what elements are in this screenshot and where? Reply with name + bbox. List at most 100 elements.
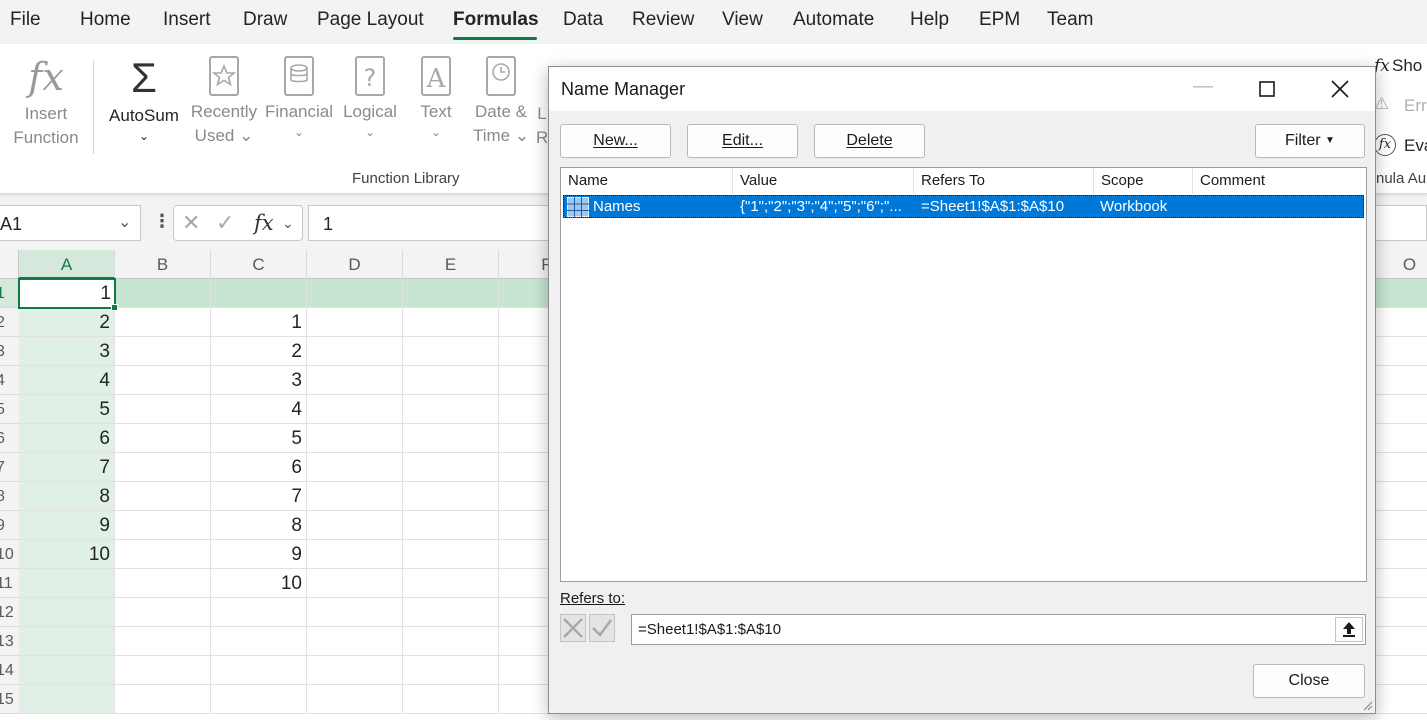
- cell[interactable]: [19, 656, 115, 685]
- cell[interactable]: 6: [211, 453, 307, 482]
- cell[interactable]: [403, 511, 499, 540]
- row-header[interactable]: 8: [0, 482, 19, 511]
- cell[interactable]: 10: [19, 540, 115, 569]
- column-header-o[interactable]: O: [1380, 250, 1427, 279]
- cell[interactable]: [115, 656, 211, 685]
- cell[interactable]: [115, 395, 211, 424]
- row-header[interactable]: 9: [0, 511, 19, 540]
- cell[interactable]: 5: [19, 395, 115, 424]
- cell[interactable]: [115, 511, 211, 540]
- cell[interactable]: [115, 308, 211, 337]
- cell[interactable]: 9: [19, 511, 115, 540]
- cell[interactable]: [19, 627, 115, 656]
- cell[interactable]: 3: [211, 366, 307, 395]
- cell[interactable]: [115, 453, 211, 482]
- tab-home[interactable]: Home: [80, 9, 131, 31]
- tab-team[interactable]: Team: [1047, 9, 1093, 31]
- row-header[interactable]: 6: [0, 424, 19, 453]
- tab-help[interactable]: Help: [910, 9, 949, 31]
- cell[interactable]: [307, 656, 403, 685]
- cell[interactable]: [307, 308, 403, 337]
- cell[interactable]: 6: [19, 424, 115, 453]
- row-header[interactable]: 10: [0, 540, 19, 569]
- row-header[interactable]: 14: [0, 656, 19, 685]
- cell[interactable]: [307, 337, 403, 366]
- cell[interactable]: [307, 598, 403, 627]
- cell[interactable]: [403, 279, 499, 308]
- cell[interactable]: [307, 424, 403, 453]
- edit-button[interactable]: Edit...: [687, 124, 798, 158]
- column-header-scope[interactable]: Scope: [1094, 168, 1193, 194]
- cell[interactable]: [403, 366, 499, 395]
- cell[interactable]: [403, 540, 499, 569]
- cell[interactable]: [115, 598, 211, 627]
- tab-page-layout[interactable]: Page Layout: [317, 9, 424, 31]
- column-header-e[interactable]: E: [403, 250, 499, 279]
- cell[interactable]: 3: [19, 337, 115, 366]
- text-button[interactable]: A Text ⌄: [412, 54, 460, 138]
- tab-formulas[interactable]: Formulas: [453, 9, 539, 31]
- cell[interactable]: [307, 279, 403, 308]
- row-header[interactable]: 12: [0, 598, 19, 627]
- close-button[interactable]: Close: [1253, 664, 1365, 698]
- evaluate-formula-partial[interactable]: fx Eva: [1374, 134, 1427, 156]
- cell[interactable]: 9: [211, 540, 307, 569]
- row-header[interactable]: 3: [0, 337, 19, 366]
- insert-function-icon[interactable]: fx: [254, 211, 274, 235]
- cell[interactable]: [307, 685, 403, 714]
- tab-review[interactable]: Review: [632, 9, 694, 31]
- tab-epm[interactable]: EPM: [979, 9, 1020, 31]
- cell[interactable]: [307, 366, 403, 395]
- list-item[interactable]: Names {"1";"2";"3";"4";"5";"6";"... =She…: [563, 195, 1364, 218]
- cell[interactable]: [307, 453, 403, 482]
- filter-button[interactable]: Filter ▼: [1255, 124, 1365, 158]
- cell[interactable]: 1: [211, 308, 307, 337]
- cell[interactable]: 8: [19, 482, 115, 511]
- fill-handle[interactable]: [111, 304, 118, 311]
- select-all-corner[interactable]: [0, 250, 19, 279]
- cell[interactable]: 7: [211, 482, 307, 511]
- name-box[interactable]: A1 ⌄: [0, 205, 141, 241]
- tab-view[interactable]: View: [722, 9, 763, 31]
- row-header[interactable]: 11: [0, 569, 19, 598]
- close-window-button[interactable]: [1331, 75, 1349, 104]
- cell[interactable]: 7: [19, 453, 115, 482]
- column-header-refers-to[interactable]: Refers To: [914, 168, 1094, 194]
- row-header[interactable]: 7: [0, 453, 19, 482]
- cell[interactable]: [19, 685, 115, 714]
- financial-button[interactable]: Financial ⌄: [263, 54, 335, 138]
- recently-used-button[interactable]: Recently Used ⌄: [188, 54, 260, 148]
- cell[interactable]: [211, 279, 307, 308]
- resize-grip-icon[interactable]: [1361, 699, 1373, 711]
- chevron-down-icon[interactable]: ⌄: [282, 215, 294, 232]
- cell[interactable]: [403, 569, 499, 598]
- column-header-c[interactable]: C: [211, 250, 307, 279]
- cell[interactable]: [403, 395, 499, 424]
- row-header[interactable]: 2: [0, 308, 19, 337]
- cell[interactable]: [211, 627, 307, 656]
- cell[interactable]: [115, 366, 211, 395]
- column-header-b[interactable]: B: [115, 250, 211, 279]
- cell[interactable]: [115, 685, 211, 714]
- cell[interactable]: [403, 453, 499, 482]
- date-time-button[interactable]: Date & Time ⌄: [468, 54, 534, 148]
- autosum-button[interactable]: Σ AutoSum ⌄: [102, 54, 186, 142]
- column-header-comment[interactable]: Comment: [1193, 168, 1366, 194]
- cell[interactable]: [403, 482, 499, 511]
- active-cell[interactable]: 1: [18, 278, 116, 309]
- cell[interactable]: 8: [211, 511, 307, 540]
- cell[interactable]: [19, 598, 115, 627]
- cell[interactable]: [115, 337, 211, 366]
- row-header[interactable]: 13: [0, 627, 19, 656]
- cell[interactable]: [403, 598, 499, 627]
- error-checking-partial[interactable]: ⚠ Erro: [1374, 94, 1427, 116]
- tab-automate[interactable]: Automate: [793, 9, 874, 31]
- dialog-titlebar[interactable]: Name Manager —: [549, 67, 1375, 111]
- show-formulas-partial[interactable]: fx Sho: [1374, 56, 1422, 76]
- cell[interactable]: [307, 569, 403, 598]
- cell[interactable]: [307, 511, 403, 540]
- cell[interactable]: 10: [211, 569, 307, 598]
- cancel-edit-button[interactable]: [560, 614, 586, 642]
- cell[interactable]: [403, 656, 499, 685]
- cell[interactable]: [211, 598, 307, 627]
